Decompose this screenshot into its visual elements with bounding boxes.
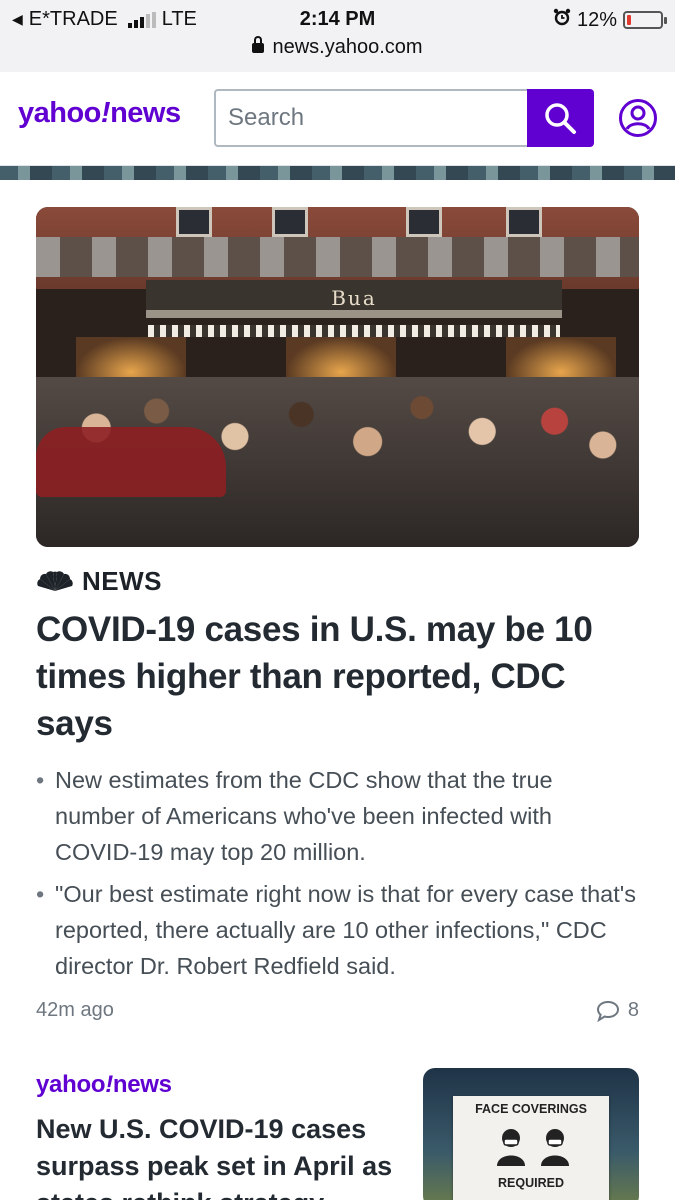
source-name: NEWS bbox=[82, 566, 162, 596]
image-window bbox=[506, 207, 542, 237]
logo-yahoo: yahoo bbox=[36, 1071, 106, 1098]
site-header: yahoo!news bbox=[0, 72, 675, 166]
battery-fill bbox=[627, 15, 631, 25]
article-summary-list: New estimates from the CDC show that the… bbox=[36, 762, 636, 990]
battery-icon bbox=[623, 11, 667, 29]
thumbnail-sign-top-text: FACE COVERINGS bbox=[475, 1102, 587, 1116]
user-circle-icon[interactable] bbox=[618, 98, 658, 138]
lock-icon bbox=[252, 36, 265, 53]
search-button[interactable] bbox=[527, 89, 594, 147]
image-window bbox=[406, 207, 442, 237]
previous-story-image-edge bbox=[0, 166, 675, 180]
image-window bbox=[176, 207, 212, 237]
summary-bullet: "Our best estimate right now is that for… bbox=[36, 876, 636, 984]
article-headline[interactable]: COVID-19 cases in U.S. may be 10 times h… bbox=[36, 606, 636, 747]
image-awning: Bua bbox=[146, 280, 562, 318]
thumbnail-sign: FACE COVERINGS REQUIRED bbox=[453, 1096, 609, 1200]
logo-news: news bbox=[110, 97, 181, 129]
story-thumbnail[interactable]: FACE COVERINGS REQUIRED bbox=[423, 1068, 639, 1200]
status-right: 12% bbox=[553, 8, 667, 32]
search-icon bbox=[545, 103, 576, 134]
image-window bbox=[272, 207, 308, 237]
status-row: ◀ E*TRADE LTE 2:14 PM 12% bbox=[0, 6, 675, 32]
nbc-peacock-icon bbox=[37, 570, 73, 591]
battery-percent: 12% bbox=[576, 8, 617, 31]
story-headline[interactable]: New U.S. COVID-19 cases surpass peak set… bbox=[36, 1111, 396, 1200]
article-image[interactable]: Bua bbox=[36, 207, 639, 547]
masked-faces-icon bbox=[497, 1129, 569, 1166]
thumbnail-sign-bottom-text: REQUIRED bbox=[498, 1176, 564, 1190]
image-awning-stripes bbox=[148, 325, 560, 337]
summary-bullet: New estimates from the CDC show that the… bbox=[36, 762, 636, 870]
comments-link[interactable]: 8 bbox=[596, 999, 639, 1022]
yahoo-news-logo[interactable]: yahoo!news bbox=[18, 97, 181, 130]
article-timestamp: 42m ago bbox=[36, 999, 114, 1021]
logo-news: news bbox=[112, 1071, 172, 1098]
comment-count: 8 bbox=[627, 999, 639, 1021]
address-bar[interactable]: news.yahoo.com bbox=[0, 36, 675, 59]
image-cornice bbox=[36, 237, 639, 277]
url-text[interactable]: news.yahoo.com bbox=[272, 36, 422, 58]
logo-yahoo: yahoo bbox=[18, 97, 101, 129]
yahoo-news-source-logo[interactable]: yahoo!news bbox=[36, 1071, 172, 1099]
image-sign-text: Bua bbox=[331, 286, 377, 310]
comment-bubble-icon bbox=[596, 1000, 619, 1022]
alarm-icon bbox=[553, 8, 571, 32]
ios-status-bar: ◀ E*TRADE LTE 2:14 PM 12% news.yahoo.com bbox=[0, 0, 675, 72]
source-logo[interactable]: NEWS bbox=[36, 566, 162, 597]
search-input[interactable] bbox=[214, 89, 528, 147]
image-red-car bbox=[36, 427, 226, 497]
logo-bang: ! bbox=[100, 97, 111, 129]
logo-bang: ! bbox=[105, 1071, 113, 1098]
